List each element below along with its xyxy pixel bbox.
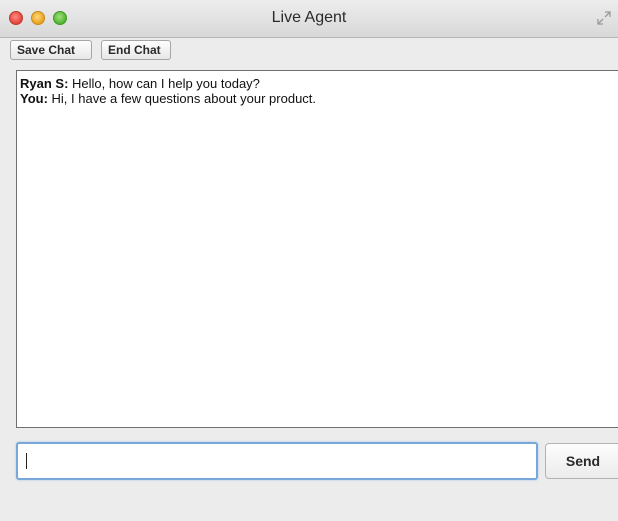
message-sender: You: xyxy=(20,91,48,106)
message-input[interactable] xyxy=(16,442,538,480)
text-caret xyxy=(26,453,27,469)
chat-message: You: Hi, I have a few questions about yo… xyxy=(20,91,618,106)
title-bar: Live Agent xyxy=(0,0,618,38)
save-chat-button[interactable]: Save Chat xyxy=(10,40,92,60)
chat-window: Live Agent Save Chat End Chat Ryan S: He… xyxy=(0,0,618,521)
fullscreen-icon[interactable] xyxy=(596,10,612,26)
toolbar: Save Chat End Chat xyxy=(0,38,618,64)
chat-message: Ryan S: Hello, how can I help you today? xyxy=(20,76,618,91)
message-text: Hi, I have a few questions about your pr… xyxy=(47,91,317,106)
message-sender: Ryan S: xyxy=(20,76,69,91)
window-title: Live Agent xyxy=(271,9,347,26)
chat-transcript[interactable]: Ryan S: Hello, how can I help you today?… xyxy=(16,70,618,428)
send-button[interactable]: Send xyxy=(545,443,618,479)
end-chat-button[interactable]: End Chat xyxy=(101,40,171,60)
message-text: Hello, how can I help you today? xyxy=(68,76,260,91)
